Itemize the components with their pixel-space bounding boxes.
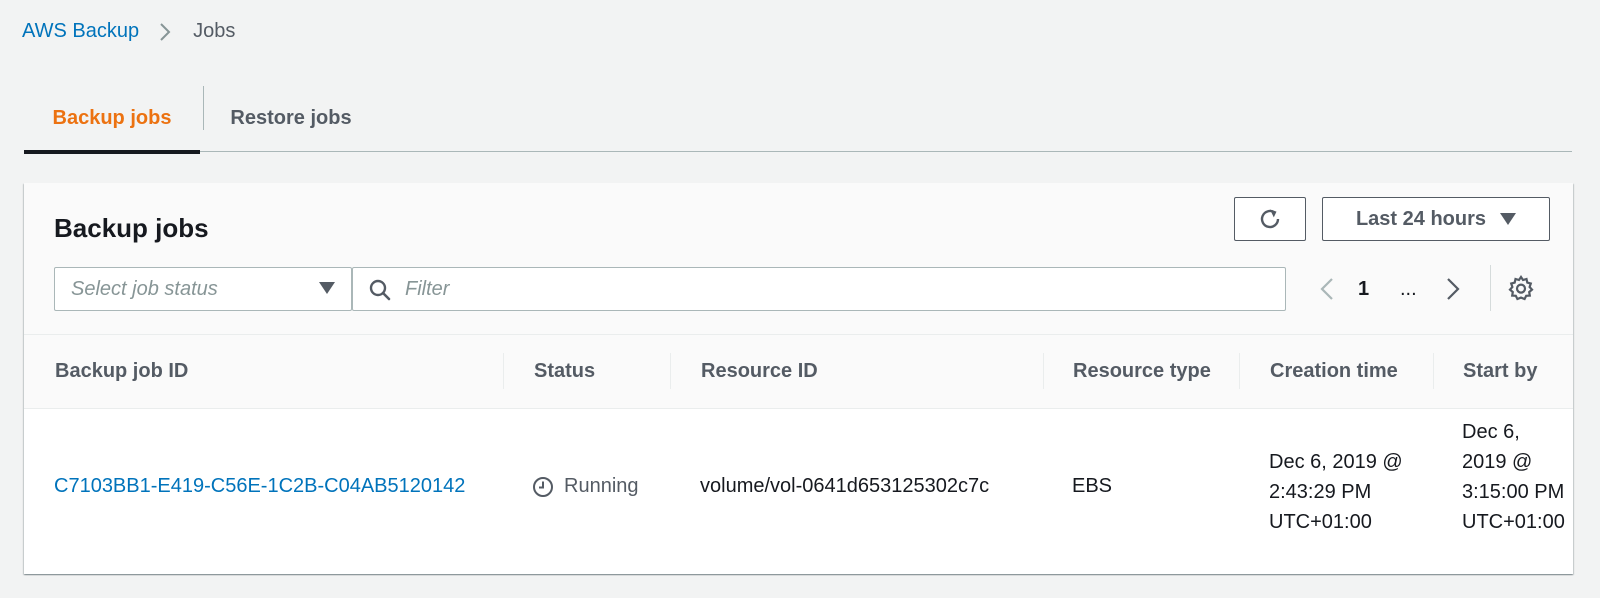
column-header-resource-id[interactable]: Resource ID (701, 335, 818, 407)
tab-divider (203, 86, 204, 130)
column-resizer[interactable] (670, 353, 671, 389)
column-resizer[interactable] (1239, 353, 1240, 389)
pagination-page-1[interactable]: 1 (1358, 267, 1369, 311)
backup-jobs-panel: Backup jobs Last 24 hours Select job sta… (24, 183, 1573, 574)
status-label: Running (564, 475, 639, 497)
pagination-next-button[interactable] (1438, 267, 1468, 311)
pagination-divider (1490, 265, 1491, 311)
panel-header: Backup jobs Last 24 hours Select job sta… (24, 183, 1573, 335)
resource-id-cell: volume/vol-0641d653125302c7c (700, 475, 990, 497)
backup-job-id-link[interactable]: C7103BB1-E419-C56E-1C2B-C04AB5120142 (54, 475, 465, 498)
creation-time-cell: Dec 6, 2019 @ 2:43:29 PM UTC+01:00 (1269, 451, 1403, 533)
table-row: C7103BB1-E419-C56E-1C2B-C04AB5120142 Run… (24, 409, 1573, 574)
tab-restore-jobs[interactable]: Restore jobs (206, 84, 376, 152)
filter-input[interactable] (405, 268, 1265, 310)
table-header: Backup job ID Status Resource ID Resourc… (24, 335, 1573, 409)
filter-field (352, 267, 1286, 311)
breadcrumb-current: Jobs (193, 20, 236, 42)
column-header-start-by[interactable]: Start by (1463, 335, 1537, 407)
refresh-icon (1260, 209, 1280, 229)
job-status-select[interactable]: Select job status (54, 267, 352, 311)
breadcrumb: AWS Backup Jobs (22, 20, 235, 43)
pagination-previous-button[interactable] (1312, 267, 1342, 311)
status-cell: Running (532, 475, 639, 498)
time-range-label: Last 24 hours (1355, 207, 1487, 230)
panel-title: Backup jobs (54, 213, 209, 243)
search-icon (369, 279, 391, 301)
column-header-status[interactable]: Status (534, 335, 595, 407)
refresh-button[interactable] (1234, 197, 1306, 241)
breadcrumb-link-aws-backup[interactable]: AWS Backup (22, 20, 139, 43)
clock-icon (533, 476, 553, 497)
column-header-resource-type[interactable]: Resource type (1073, 335, 1211, 407)
chevron-right-icon (1447, 278, 1460, 300)
chevron-right-icon (159, 22, 171, 42)
table-settings-button[interactable] (1508, 275, 1534, 306)
tab-backup-jobs[interactable]: Backup jobs (24, 84, 200, 154)
gear-icon (1508, 275, 1534, 301)
resource-type-cell: EBS (1072, 475, 1113, 497)
column-resizer[interactable] (1433, 353, 1434, 389)
caret-down-icon (319, 282, 335, 294)
chevron-left-icon (1320, 278, 1333, 300)
caret-down-icon (1500, 213, 1517, 225)
column-resizer[interactable] (503, 353, 504, 389)
start-by-cell: Dec 6, 2019 @ 3:15:00 PM UTC+01:00 (1462, 421, 1565, 533)
time-range-dropdown[interactable]: Last 24 hours (1322, 197, 1550, 241)
column-resizer[interactable] (1043, 353, 1044, 389)
job-status-placeholder: Select job status (71, 277, 218, 300)
column-header-backup-job-id[interactable]: Backup job ID (55, 335, 188, 407)
column-header-creation-time[interactable]: Creation time (1270, 335, 1398, 407)
pagination-ellipsis: ... (1400, 277, 1417, 300)
tab-bar: Backup jobs Restore jobs (24, 84, 1572, 154)
